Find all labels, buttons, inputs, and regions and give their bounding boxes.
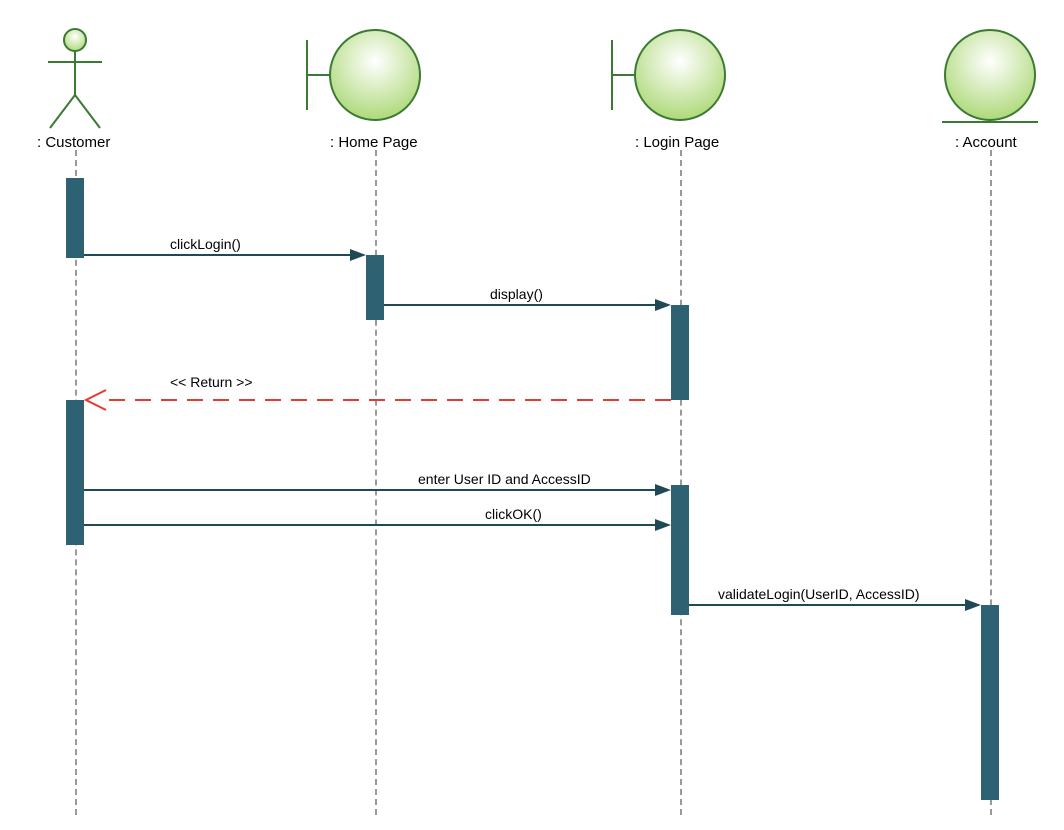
boundary-icon-homepage bbox=[307, 30, 420, 120]
entity-icon-account bbox=[942, 30, 1038, 122]
boundary-icon-loginpage bbox=[612, 30, 725, 120]
activation-customer-2 bbox=[66, 400, 84, 545]
sequence-diagram: : Customer : Home Page : Login Page : Ac… bbox=[0, 0, 1064, 830]
message-label-validatelogin: validateLogin(UserID, AccessID) bbox=[718, 586, 920, 602]
arrow-return bbox=[86, 390, 671, 410]
message-label-enter-userid: enter User ID and AccessID bbox=[418, 471, 591, 487]
actor-icon bbox=[48, 29, 102, 128]
lifeline-homepage bbox=[375, 150, 377, 815]
activation-customer-1 bbox=[66, 178, 84, 258]
message-label-return: << Return >> bbox=[170, 374, 253, 390]
participant-label-customer: : Customer bbox=[37, 134, 110, 151]
participant-label-loginpage: : Login Page bbox=[635, 134, 719, 151]
lifeline-loginpage bbox=[680, 150, 682, 815]
activation-account-1 bbox=[981, 605, 999, 800]
message-label-clickok: clickOK() bbox=[485, 506, 542, 522]
diagram-svg-overlay bbox=[0, 0, 1064, 830]
participant-label-homepage: : Home Page bbox=[330, 134, 418, 151]
activation-loginpage-2 bbox=[671, 485, 689, 615]
message-label-display: display() bbox=[490, 286, 543, 302]
participant-label-account: : Account bbox=[955, 134, 1017, 151]
message-label-clicklogin: clickLogin() bbox=[170, 236, 241, 252]
arrow-clickok bbox=[84, 519, 671, 531]
activation-homepage-1 bbox=[366, 255, 384, 320]
activation-loginpage-1 bbox=[671, 305, 689, 400]
